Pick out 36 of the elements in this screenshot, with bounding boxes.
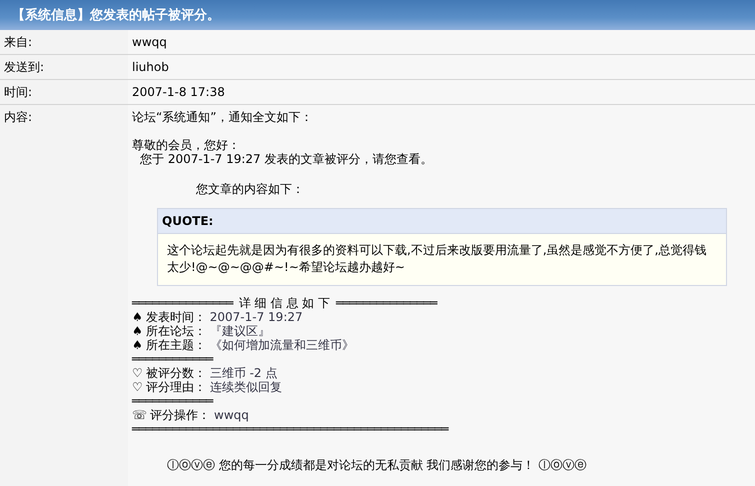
greeting-text: 尊敬的会员，您好： xyxy=(132,138,241,152)
detail-label: 被评分数： xyxy=(146,366,206,380)
field-label: 内容: xyxy=(0,105,128,486)
detail-label: 所在主题： xyxy=(146,338,206,352)
detail-value: 三维币 -2 点 xyxy=(210,366,278,380)
field-label: 发送到: xyxy=(0,55,128,79)
details-heading: 详 细 信 息 如 下 xyxy=(238,296,330,310)
detail-value: wwqq xyxy=(214,408,249,422)
bullet-symbol: ♠ xyxy=(132,324,143,338)
detail-label: 发表时间： xyxy=(146,310,206,324)
notice-text: 您于 2007-1-7 19:27 发表的文章被评分，请您查看。 xyxy=(139,152,434,166)
bullet-symbol: ♡ xyxy=(132,366,143,380)
bullet-symbol: ♠ xyxy=(132,310,143,324)
detail-value: 连续类似回复 xyxy=(210,380,282,394)
lead-text: 您文章的内容如下： xyxy=(195,182,305,196)
double-rule: ═══════════════ xyxy=(336,296,437,310)
detail-label: 所在论坛： xyxy=(146,324,206,338)
detail-value: 『建议区』 xyxy=(210,324,270,338)
detail-value: 《如何增加流量和三维币》 xyxy=(210,338,354,352)
detail-label: 评分理由： xyxy=(146,380,206,394)
double-rule: ════════════ xyxy=(132,352,213,366)
quote-text: 这个论坛起先就是因为有很多的资料可以下载,不过后来改版要用流量了,虽然是感觉不方便了,总觉得钱太少!@~@~@@#~!~希望论坛越办越好~ xyxy=(158,233,726,285)
detail-label: 评分操作： xyxy=(150,408,210,422)
bullet-symbol: ♠ xyxy=(132,338,143,352)
bullet-symbol: ☏ xyxy=(132,408,148,422)
double-rule: ═══════════════ xyxy=(132,296,233,310)
intro-text: 论坛“系统通知”，通知全文如下： xyxy=(132,110,314,124)
double-rule: ═══════════════════════════════════════════════ xyxy=(132,422,448,436)
field-label: 时间: xyxy=(0,80,128,104)
double-rule: ════════════ xyxy=(132,394,213,408)
footer-text: ⓛⓞⓥⓔ 您的每一分成绩都是对论坛的无私贡献 我们感谢您的参与！ ⓛⓞⓥⓔ xyxy=(167,458,588,472)
message-title: 【系统信息】您发表的帖子被评分。 xyxy=(0,0,755,30)
bullet-symbol: ♡ xyxy=(132,380,143,394)
detail-value: 2007-1-7 19:27 xyxy=(210,310,303,324)
quote-heading: QUOTE: xyxy=(158,209,726,233)
field-label: 来自: xyxy=(0,30,128,54)
